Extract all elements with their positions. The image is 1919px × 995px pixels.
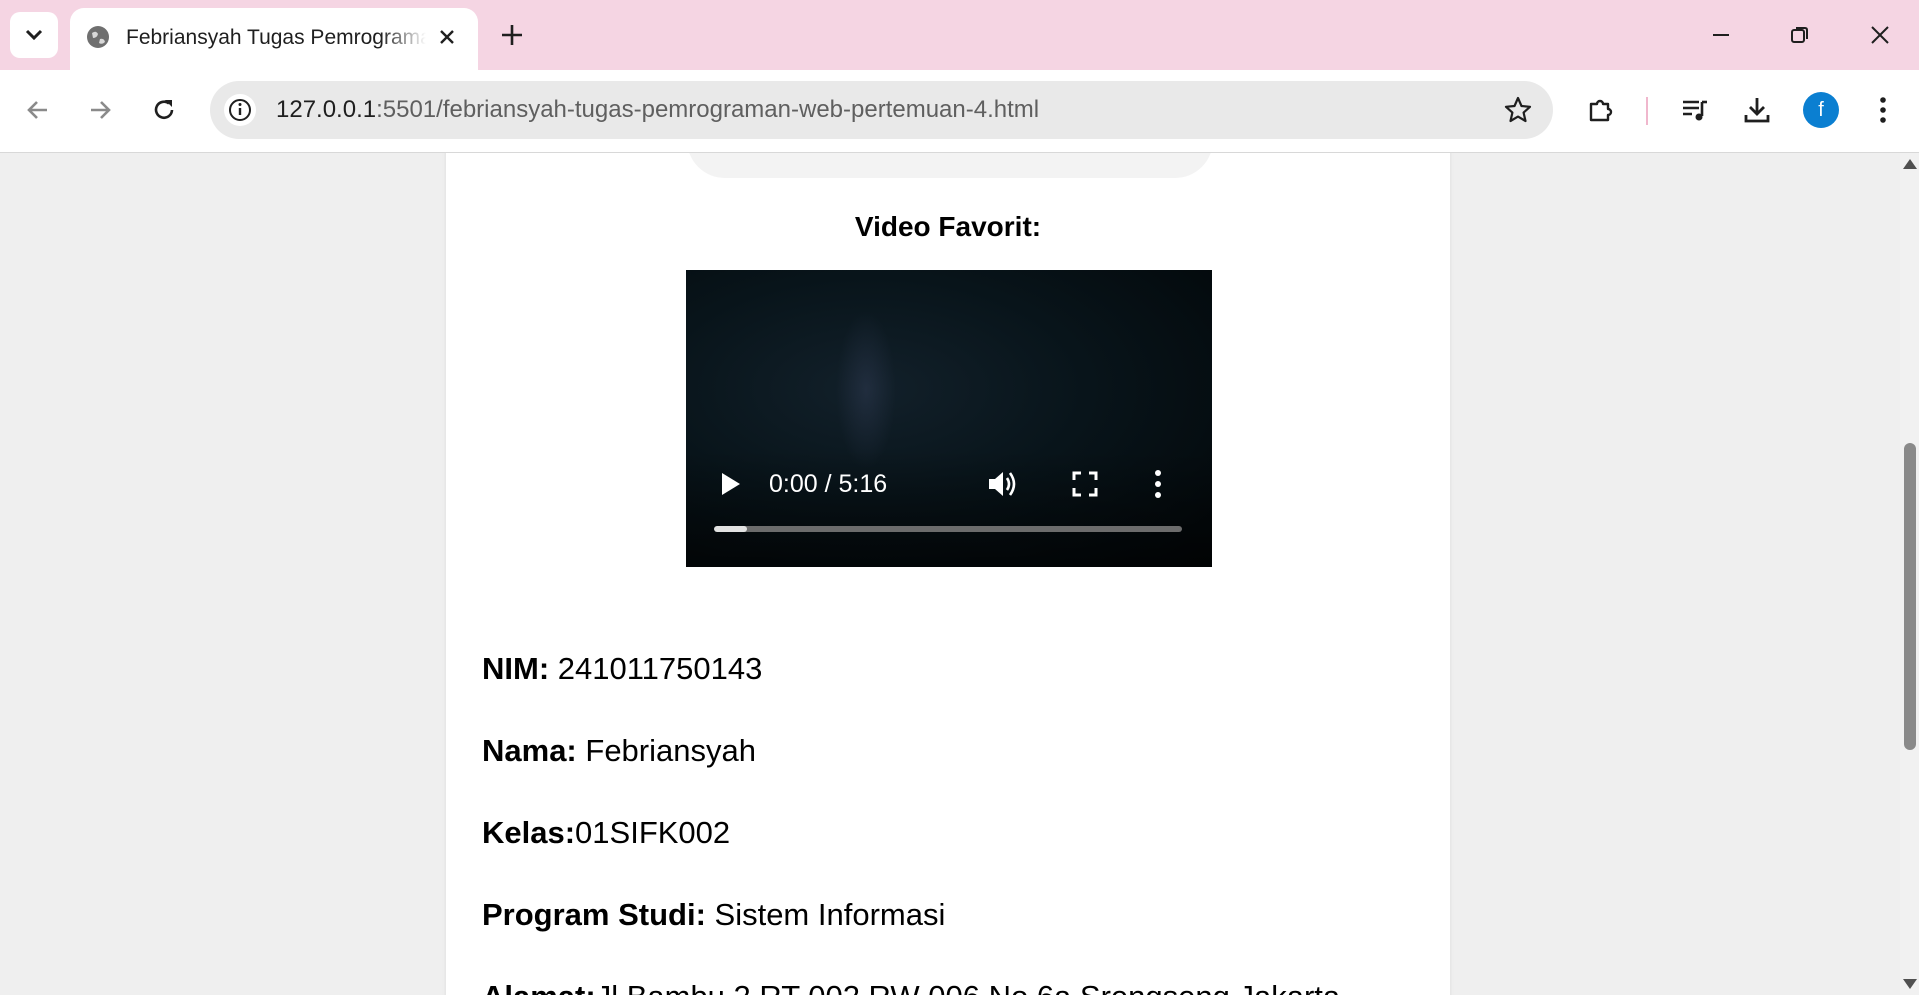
- active-tab[interactable]: Febriansyah Tugas Pemrograman Web Pertem…: [70, 8, 478, 70]
- bookmark-star-icon[interactable]: [1503, 95, 1533, 125]
- chevron-down-icon: [25, 29, 43, 41]
- scroll-up-arrow-icon[interactable]: [1903, 159, 1917, 169]
- profile-avatar[interactable]: f: [1803, 92, 1839, 128]
- media-controls-button[interactable]: [1675, 90, 1715, 130]
- page-scrollbar[interactable]: [1900, 153, 1919, 995]
- minimize-icon: [1713, 34, 1729, 36]
- url-text[interactable]: 127.0.0.1:5501/febriansyah-tugas-pemrogr…: [276, 96, 1039, 124]
- previous-section-box: [687, 153, 1213, 178]
- alamat-label: Alamat:: [482, 979, 596, 995]
- video-more-options-icon[interactable]: [1154, 468, 1162, 500]
- queue-music-icon: [1683, 100, 1707, 121]
- reload-button[interactable]: [144, 90, 184, 130]
- scrollbar-thumb[interactable]: [1904, 443, 1916, 750]
- close-icon: [1871, 26, 1889, 44]
- program-studi-value: Sistem Informasi: [705, 897, 946, 932]
- content-card: Video Favorit: 0:00 / 5:16 NIM: 24101175…: [446, 153, 1450, 995]
- reload-icon: [154, 100, 174, 119]
- info-icon: [229, 99, 251, 121]
- alamat-value: Jl.Bambu 2 RT 002 RW 006 No 6a Srengseng…: [596, 979, 1340, 995]
- url-path: :5501/febriansyah-tugas-pemrograman-web-…: [376, 96, 1040, 123]
- video-heading: Video Favorit:: [854, 211, 1042, 242]
- close-icon[interactable]: [436, 26, 458, 48]
- video-time: 0:00 / 5:16: [769, 470, 888, 498]
- toolbar-separator: [1646, 97, 1648, 125]
- nim-value: 241011750143: [549, 651, 763, 686]
- extensions-button[interactable]: [1581, 90, 1621, 130]
- url-host: 127.0.0.1: [276, 96, 377, 123]
- new-tab-plus-icon[interactable]: [497, 20, 527, 50]
- kelas-line: Kelas:01SIFK002: [482, 815, 730, 851]
- nama-value: Febriansyah: [576, 733, 756, 768]
- program-studi-label: Program Studi:: [482, 897, 706, 932]
- restore-icon: [1791, 27, 1808, 43]
- page-viewport: Video Favorit: 0:00 / 5:16 NIM: 24101175…: [0, 153, 1900, 995]
- restore-button[interactable]: [1782, 18, 1818, 52]
- minimize-button[interactable]: [1703, 18, 1739, 52]
- tab-strip: Febriansyah Tugas Pemrograman Web Pertem…: [0, 0, 1919, 70]
- close-window-button[interactable]: [1862, 18, 1898, 52]
- download-icon: [1744, 98, 1770, 123]
- arrow-right-icon: [91, 101, 111, 119]
- globe-icon: [87, 26, 109, 48]
- fullscreen-icon[interactable]: [1071, 470, 1099, 498]
- scroll-down-arrow-icon[interactable]: [1903, 979, 1917, 989]
- browser-menu-button[interactable]: [1863, 90, 1903, 130]
- nim-label: NIM:: [482, 651, 550, 686]
- program-studi-line: Program Studi: Sistem Informasi: [482, 897, 945, 933]
- site-info-button[interactable]: [224, 94, 256, 126]
- kelas-value: 01SIFK002: [575, 815, 731, 850]
- video-frame-figure: [836, 310, 896, 470]
- puzzle-icon: [1589, 99, 1613, 122]
- more-vert-icon: [1880, 97, 1886, 123]
- volume-icon[interactable]: [986, 468, 1020, 500]
- video-buffered-bar: [714, 526, 747, 532]
- video-player[interactable]: 0:00 / 5:16: [686, 270, 1212, 567]
- tab-search-button[interactable]: [10, 12, 58, 58]
- play-icon[interactable]: [716, 470, 744, 498]
- video-controls-bar: [686, 450, 1212, 567]
- kelas-label: Kelas:: [482, 815, 576, 850]
- arrow-left-icon: [27, 101, 47, 119]
- alamat-line: Alamat:Jl.Bambu 2 RT 002 RW 006 No 6a Sr…: [482, 979, 1340, 995]
- nim-line: NIM: 241011750143: [482, 651, 762, 687]
- back-button[interactable]: [18, 90, 58, 130]
- video-progress-track[interactable]: [714, 526, 1182, 532]
- browser-toolbar: 127.0.0.1:5501/febriansyah-tugas-pemrogr…: [0, 70, 1919, 153]
- downloads-button[interactable]: [1737, 90, 1777, 130]
- nama-line: Nama: Febriansyah: [482, 733, 756, 769]
- address-bar[interactable]: 127.0.0.1:5501/febriansyah-tugas-pemrogr…: [210, 81, 1553, 139]
- forward-button[interactable]: [80, 90, 120, 130]
- nama-label: Nama:: [482, 733, 577, 768]
- tab-title: Febriansyah Tugas Pemrograman Web Pertem…: [126, 26, 426, 49]
